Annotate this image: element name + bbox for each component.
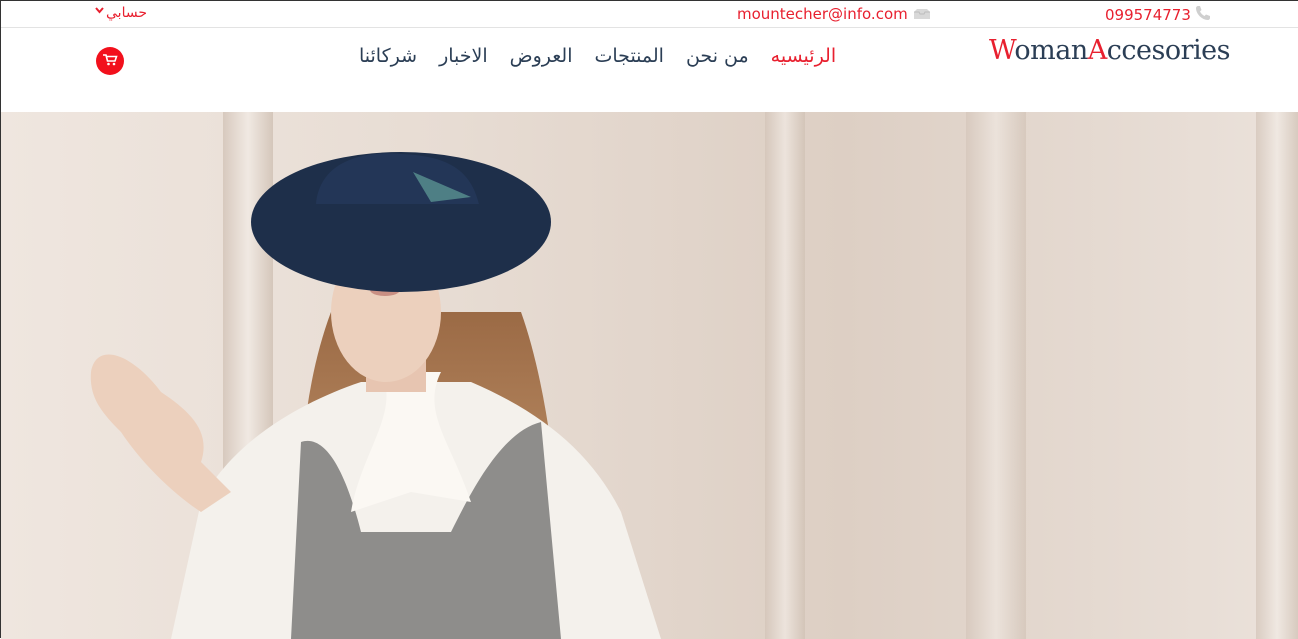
main-menu: الرئيسيه من نحن المنتجات العروض الاخبار … [359,45,836,67]
shopping-cart-icon [102,52,118,71]
hero-banner [1,112,1298,639]
site-logo[interactable]: WomanAccesories [989,35,1231,66]
nav-item-products[interactable]: المنتجات [595,45,664,67]
email-contact[interactable]: mountecher@info.com [737,5,931,23]
main-navbar: WomanAccesories الرئيسيه من نحن المنتجات… [1,28,1298,112]
logo-word-ccesories: ccesories [1106,35,1231,66]
account-dropdown[interactable]: حسابي [95,5,147,21]
nav-item-offers[interactable]: العروض [510,45,573,67]
envelope-icon [913,8,931,20]
logo-initial-w: W [989,35,1015,66]
phone-contact[interactable]: 099574773 [1105,5,1211,25]
phone-text: 099574773 [1105,6,1191,24]
hero-photo [1,112,1298,639]
logo-initial-a: A [1087,35,1108,66]
top-bar: حسابي mountecher@info.com 099574773 [1,1,1298,28]
phone-icon [1195,5,1211,25]
nav-item-news[interactable]: الاخبار [439,45,488,67]
nav-item-partners[interactable]: شركائنا [359,45,417,67]
account-label: حسابي [106,5,147,21]
email-text: mountecher@info.com [737,5,908,23]
chevron-down-icon [95,7,104,17]
cart-button[interactable] [96,47,124,75]
nav-item-about[interactable]: من نحن [686,45,749,67]
nav-item-home[interactable]: الرئيسيه [771,45,836,67]
logo-word-oman: oman [1014,35,1088,66]
